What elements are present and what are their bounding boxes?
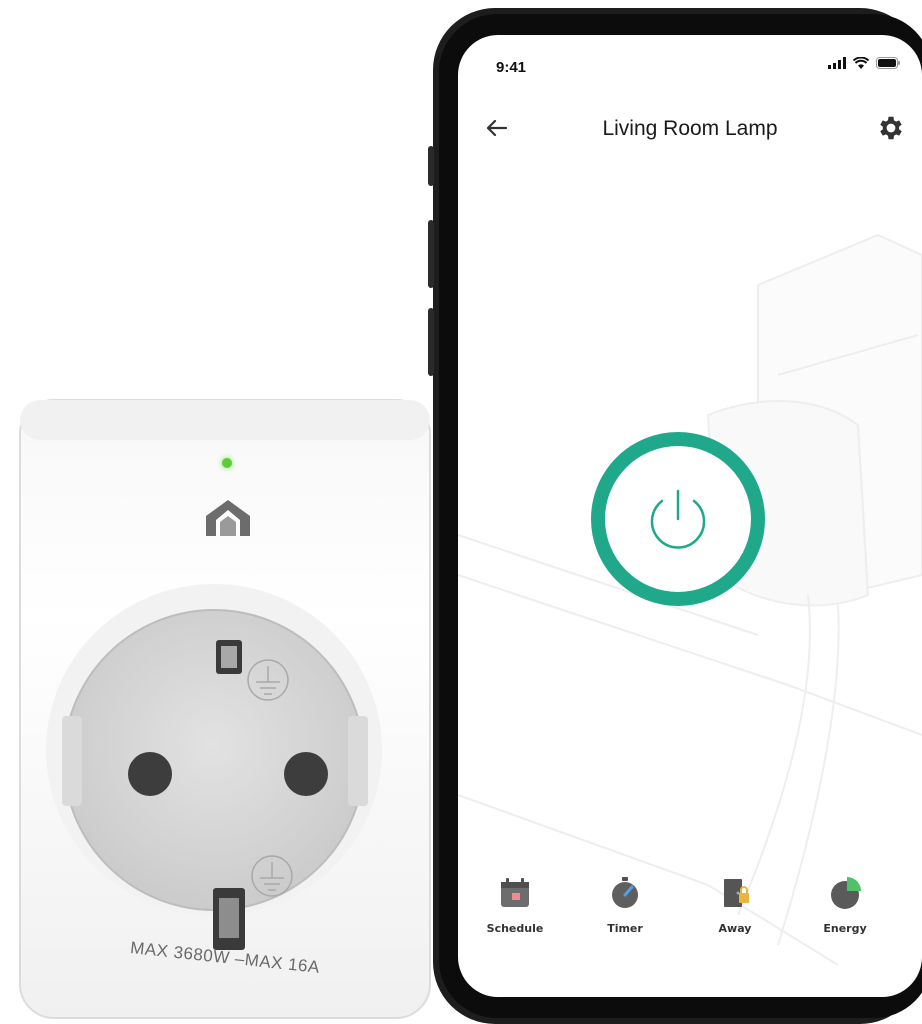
nav-schedule-label: Schedule [486,922,544,935]
volume-up-button [428,220,434,288]
nav-energy[interactable]: Energy [800,875,890,935]
status-time: 9:41 [496,59,527,76]
timer-icon [612,877,638,908]
nav-timer[interactable]: Timer [580,875,670,935]
page-title: Living Room Lamp [602,117,778,140]
phone-device: 9:41 Living Room Lamp Schedule Timer Awa… [428,8,922,1024]
away-icon [724,879,749,907]
smart-plug-device [18,398,432,1020]
gear-icon[interactable] [876,113,906,143]
app-header: Living Room Lamp [458,105,922,155]
nav-timer-label: Timer [607,922,643,935]
mute-switch [428,146,434,186]
nav-schedule[interactable]: Schedule [470,875,560,935]
cellular-signal-icon [828,57,846,69]
app-screen: 9:41 Living Room Lamp Schedule Timer Awa… [458,35,922,997]
status-led [222,458,232,468]
schedule-icon [501,878,529,907]
nav-energy-label: Energy [823,922,867,935]
status-icons [828,57,900,69]
energy-icon [831,877,861,909]
nav-away-label: Away [718,922,752,935]
bottom-nav: Schedule Timer Away Energy [458,875,922,955]
brand-logo-icon [206,500,250,536]
smart-plug-illustration [19,399,431,1019]
wifi-icon [853,57,869,69]
nav-away[interactable]: Away [690,875,780,935]
volume-down-button [428,308,434,376]
power-toggle-button[interactable] [590,431,766,607]
battery-icon [876,57,900,69]
status-bar: 9:41 [458,35,922,95]
